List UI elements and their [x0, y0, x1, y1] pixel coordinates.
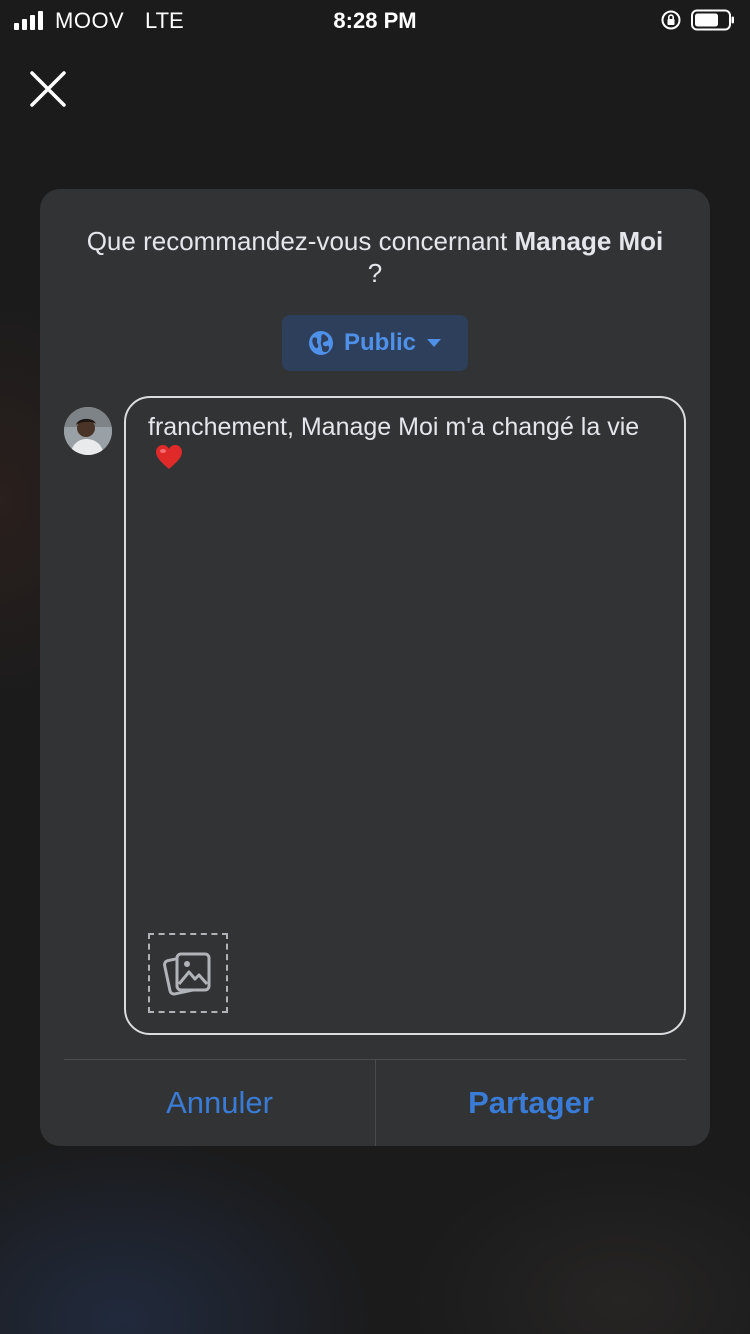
globe-icon	[308, 331, 333, 355]
page-name: Manage Moi	[514, 226, 664, 256]
audience-label: Public	[343, 329, 416, 356]
photo-icon	[163, 952, 211, 996]
recommendation-text-area[interactable]: franchement, Manage Moi m'a changé la vi…	[124, 396, 686, 1035]
cancel-button[interactable]: Annuler	[64, 1060, 375, 1146]
dialog-prompt: Que recommandez-vous concernant Manage M…	[80, 225, 670, 289]
caret-down-icon	[427, 339, 441, 347]
prompt-prefix: Que recommandez-vous concernant	[86, 226, 515, 256]
battery-icon	[691, 9, 734, 31]
share-button[interactable]: Partager	[376, 1060, 686, 1146]
status-bar: MOOV LTE 8:28 PM	[0, 0, 750, 40]
orientation-lock-icon	[661, 10, 681, 30]
add-photo-button[interactable]	[148, 933, 228, 1013]
audience-selector-button[interactable]: Public	[282, 315, 468, 371]
heart-emoji	[156, 445, 182, 469]
composer-text: franchement, Manage Moi m'a changé la vi…	[148, 413, 640, 441]
close-icon[interactable]	[28, 69, 68, 109]
prompt-suffix: ?	[367, 258, 383, 288]
recommendation-dialog: Que recommandez-vous concernant Manage M…	[40, 189, 710, 1146]
status-time: 8:28 PM	[333, 8, 417, 33]
recommendation-text: franchement, Manage Moi m'a changé la vi…	[148, 412, 668, 474]
avatar	[64, 407, 112, 455]
